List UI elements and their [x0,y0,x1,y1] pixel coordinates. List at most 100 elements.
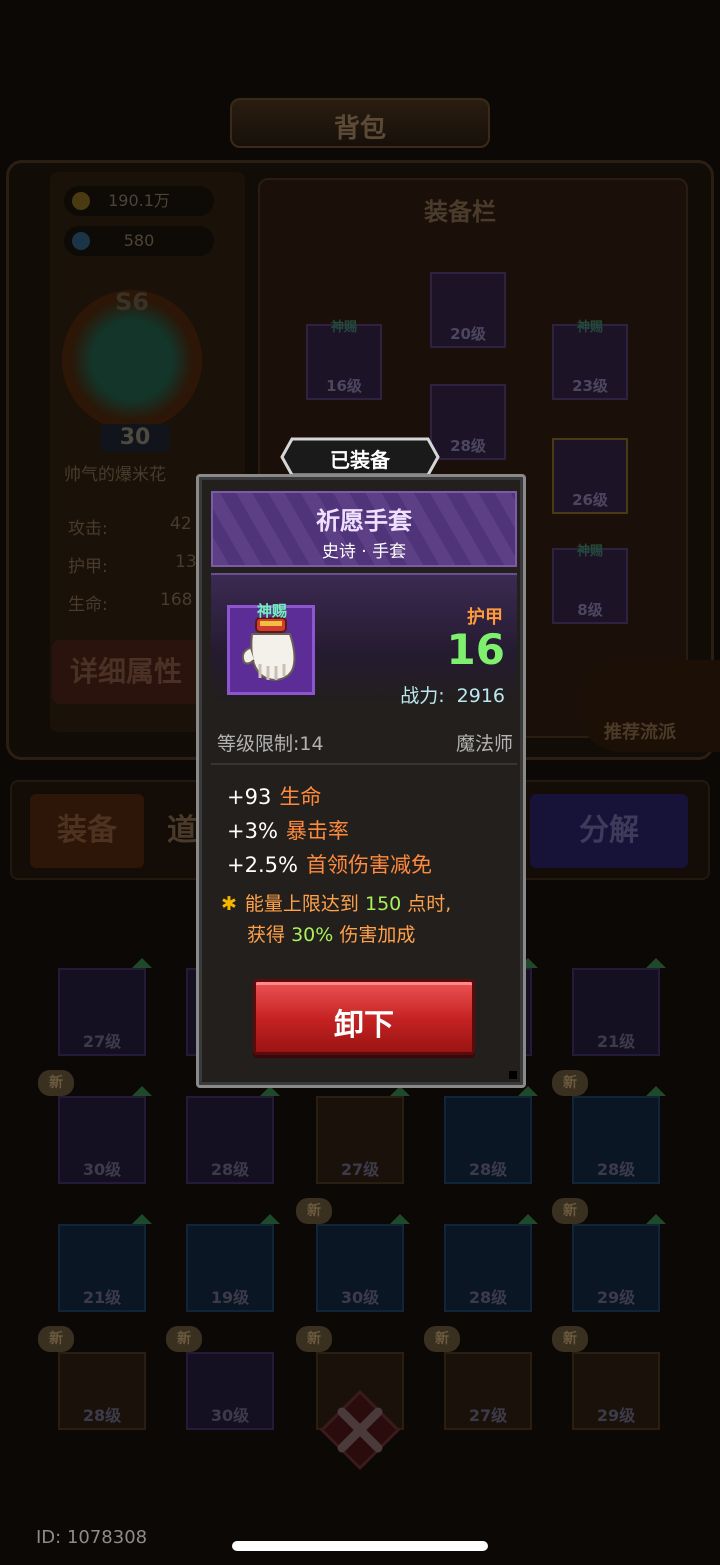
power-rating: 战力: 2916 [400,681,505,708]
inventory-item[interactable]: 30级 [58,1086,152,1184]
requirements-row: 等级限制:14 魔法师 [211,721,517,761]
bonus-hp: +93 生命 [227,781,321,811]
item-level: 30级 [210,1406,250,1425]
special-text-3: 获得 [247,924,286,946]
upgrade-arrow-icon [132,1086,152,1096]
item-level: 28级 [82,1406,122,1425]
equip-slot-ring[interactable]: 26级 [552,438,628,514]
item-level: 19级 [210,1288,250,1307]
unequip-button[interactable]: 卸下 [253,979,475,1055]
item-name: 祈愿手套 [316,507,412,535]
gold-counter: 190.1万 [64,186,214,216]
character-name: 帅气的爆米花 [64,465,166,485]
upgrade-arrow-icon [646,1086,666,1096]
corner-decoration [509,1071,517,1079]
inventory-item[interactable]: 28级 [58,1352,146,1430]
title-bar: 背包 [230,98,490,148]
gold-value: 190.1万 [108,191,170,210]
recommend-build-button[interactable]: 推荐流派 [580,660,720,752]
inventory-item[interactable]: 30级 [316,1214,410,1312]
inventory-item[interactable]: 28级 [572,1086,666,1184]
special-effect: ✱ 能量上限达到 150 点时, 获得 30% 伤害加成 [221,889,511,951]
divine-tag: 神赐 [330,320,357,335]
slot-level: 28级 [450,437,486,455]
gem-counter: 580 [64,226,214,256]
home-indicator[interactable] [232,1541,488,1551]
upgrade-arrow-icon [390,1214,410,1224]
item-level: 30级 [340,1288,380,1307]
bonus-name: 暴击率 [285,819,349,843]
bonus-value: +2.5% [227,853,298,877]
gold-coin-icon [72,192,90,210]
equipped-banner [280,437,440,477]
inventory-item[interactable]: 30级 [186,1352,274,1430]
upgrade-arrow-icon [132,958,152,968]
new-badge: 新 [296,1326,332,1352]
divine-tag: 神赐 [576,544,603,559]
item-icon-frame: 神赐 [227,602,315,695]
item-level: 29级 [596,1288,636,1307]
inventory-item[interactable]: 27级 [58,958,152,1056]
upgrade-arrow-icon [646,958,666,968]
equip-slot-book[interactable]: 神赐 8级 [552,544,628,624]
inventory-item[interactable]: 27级 [444,1352,532,1430]
divider [211,763,517,765]
slot-level: 26级 [572,491,608,509]
inventory-item[interactable]: 21级 [58,1214,152,1312]
upgrade-arrow-icon [260,1214,280,1224]
attack-value: 42 [170,514,192,534]
inventory-item[interactable]: 28级 [444,1086,538,1184]
inventory-item[interactable]: 21级 [572,958,666,1056]
unequip-button-label: 卸下 [334,1008,394,1043]
new-badge: 新 [38,1070,74,1096]
equip-slot-armor[interactable]: 28级 [430,384,506,460]
gem-value: 580 [123,231,155,250]
bonus-crit: +3% 暴击率 [227,815,349,845]
item-level: 29级 [596,1406,636,1425]
bonus-name: 首领伤害减免 [305,853,432,877]
gem-icon [72,232,90,250]
divine-tag: 神赐 [256,602,287,620]
special-threshold: 150 [364,893,402,915]
rank-badge: S6 [115,288,149,316]
inventory-item[interactable]: 29级 [572,1214,666,1312]
slot-level: 16级 [326,377,362,395]
item-level: 27级 [82,1032,122,1051]
detail-attributes-button[interactable]: 详细属性 [52,640,212,704]
special-text-4: 伤害加成 [339,924,416,946]
recommend-build-label: 推荐流派 [604,722,676,743]
inventory-item[interactable]: 19级 [186,1214,280,1312]
page-title: 背包 [333,114,386,144]
inventory-item[interactable]: 28级 [186,1086,280,1184]
item-level: 27级 [340,1160,380,1179]
power-value: 2916 [456,685,505,707]
item-level: 21级 [82,1288,122,1307]
inventory-item[interactable]: 29级 [572,1352,660,1430]
special-text-1: 能量上限达到 [244,893,359,915]
class-requirement: 魔法师 [455,733,513,755]
level-requirement: 等级限制:14 [217,733,324,755]
equipment-panel-title: 装备栏 [424,198,496,226]
equip-slot-head[interactable]: 神赐 16级 [306,320,382,400]
item-level: 27级 [468,1406,508,1425]
special-text-2: 点时, [407,893,452,915]
item-level: 28级 [596,1160,636,1179]
equip-slot-necklace[interactable]: 神赐 23级 [552,320,628,400]
item-level: 21级 [596,1032,636,1051]
item-summary: 神赐 护甲 16 战力: 2916 [211,573,517,708]
decompose-button[interactable]: 分解 [530,794,688,868]
slot-level: 8级 [577,601,603,619]
attack-label: 攻击: [68,519,108,539]
tab-equipment[interactable]: 装备 [30,794,144,868]
item-level: 28级 [468,1160,508,1179]
inventory-item[interactable]: 27级 [316,1086,410,1184]
main-stat-value: 16 [446,625,505,674]
star-icon: ✱ [221,893,237,915]
slot-level: 20级 [450,325,486,343]
hp-label: 生命: [68,595,108,615]
new-badge: 新 [424,1326,460,1352]
item-type: 史诗 · 手套 [321,542,407,562]
close-icon[interactable] [320,1390,400,1470]
inventory-item[interactable]: 28级 [444,1214,538,1312]
equip-slot-helmet[interactable]: 20级 [430,272,506,348]
